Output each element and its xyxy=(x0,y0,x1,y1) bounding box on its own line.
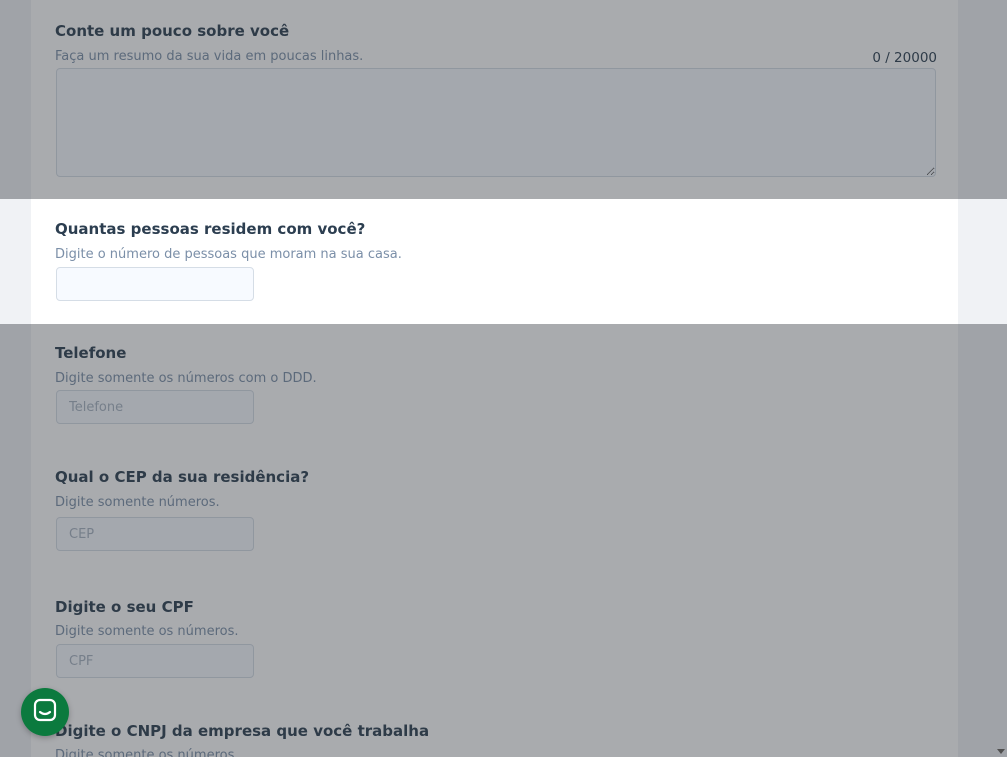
chat-launcher-button[interactable] xyxy=(21,688,69,736)
focus-overlay-top xyxy=(0,0,1007,199)
residents-help: Digite o número de pessoas que moram na … xyxy=(55,247,402,262)
scroll-down-arrow-icon[interactable] xyxy=(997,749,1005,754)
residents-input[interactable] xyxy=(56,267,254,301)
residents-field: Quantas pessoas residem com você? Digite… xyxy=(55,210,937,310)
residents-title: Quantas pessoas residem com você? xyxy=(55,220,366,238)
chat-bubble-icon xyxy=(32,697,58,727)
focus-overlay-bottom xyxy=(0,324,1007,757)
